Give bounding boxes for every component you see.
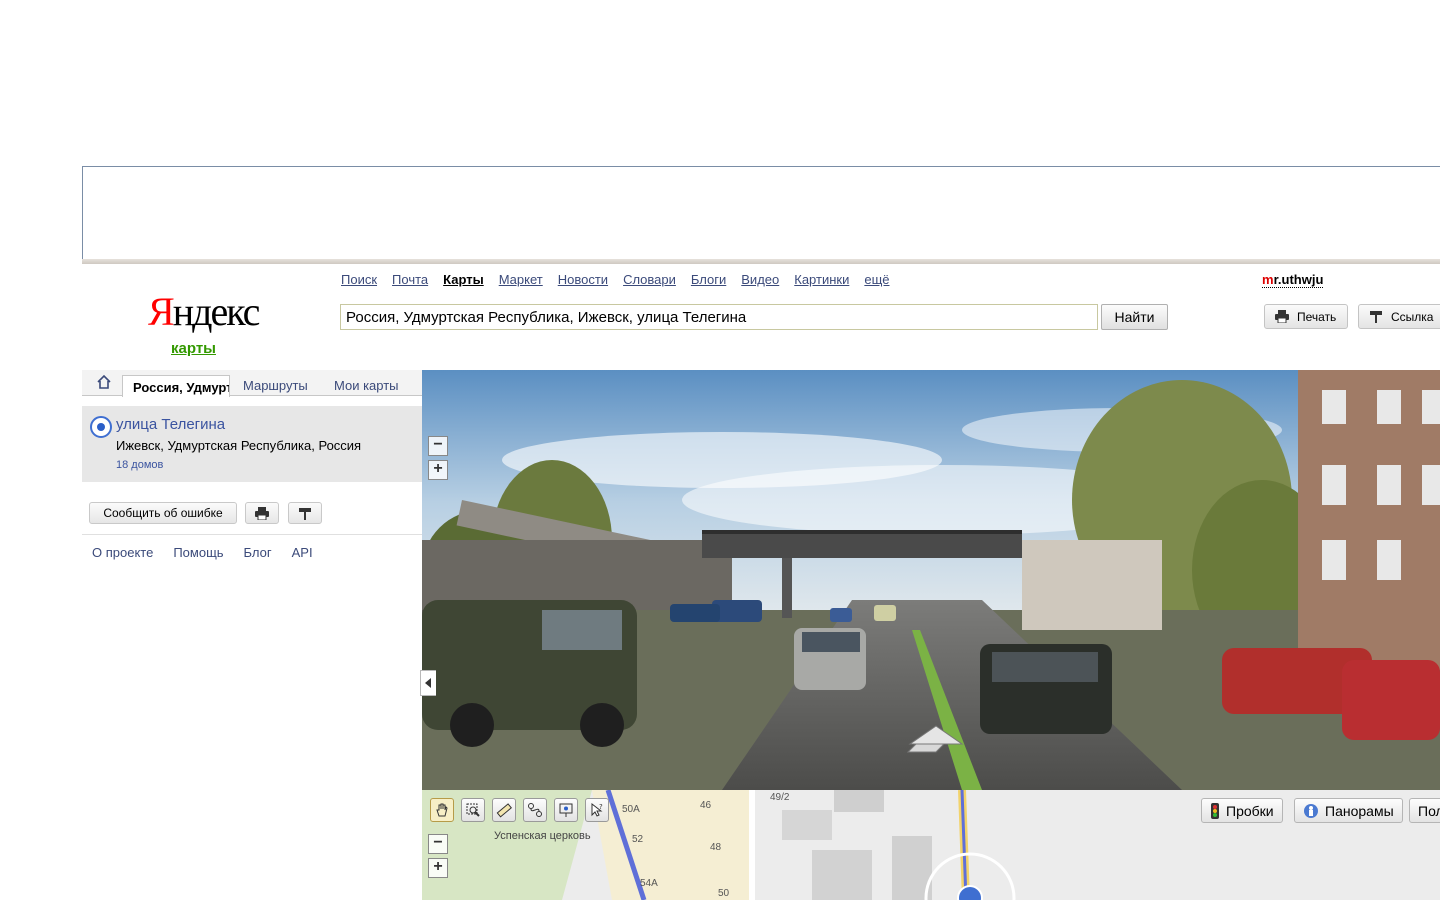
map-label-54a: 54А: [640, 878, 658, 889]
map-tool-route[interactable]: [523, 798, 547, 822]
tab-routes[interactable]: Маршруты: [243, 378, 308, 393]
service-link-video[interactable]: Видео: [741, 272, 779, 287]
tab-search-result[interactable]: Россия, Удмуртская Республика, Ижевск, у…: [122, 375, 230, 397]
browser-content: Яндекс карты Поиск Почта Карты Маркет Но…: [82, 166, 1440, 900]
result-title[interactable]: улица Телегина: [116, 416, 225, 433]
sidebar-divider: [82, 534, 422, 535]
hand-icon: [436, 803, 448, 817]
service-link-search[interactable]: Поиск: [341, 272, 377, 287]
magnifier-icon: [466, 803, 480, 817]
service-link-dictionaries[interactable]: Словари: [623, 272, 676, 287]
panorama-icon: [1304, 803, 1318, 818]
printer-icon: [255, 506, 269, 520]
collapse-sidebar-handle[interactable]: [420, 670, 436, 696]
traffic-light-icon: [1211, 802, 1219, 819]
service-link-news[interactable]: Новости: [558, 272, 608, 287]
link-small-button[interactable]: [288, 502, 322, 524]
services-nav: Поиск Почта Карты Маркет Новости Словари…: [341, 272, 890, 287]
service-link-images[interactable]: Картинки: [794, 272, 849, 287]
banner-divider: [82, 259, 1440, 264]
result-house-count[interactable]: 18 домов: [116, 459, 163, 471]
service-link-mail[interactable]: Почта: [392, 272, 428, 287]
panorama-zoom-out-button[interactable]: −: [428, 436, 448, 456]
map-tool-info[interactable]: ?: [585, 798, 609, 822]
route-icon: [528, 803, 542, 817]
printer-icon: [1275, 310, 1289, 323]
result-address: Ижевск, Удмуртская Республика, Россия: [116, 438, 362, 453]
result-radio[interactable]: [90, 416, 112, 438]
map-label-49-2: 49/2: [770, 792, 790, 803]
layer-panoramas-button[interactable]: Панорамы: [1294, 798, 1403, 823]
map-tool-hand[interactable]: [430, 798, 454, 822]
layer-traffic-button[interactable]: Пробки: [1201, 798, 1283, 823]
link-button[interactable]: Ссылка: [1358, 304, 1440, 329]
user-login[interactable]: mr.uthwju: [1262, 272, 1324, 288]
map-label-50a: 50А: [622, 804, 640, 815]
map-zoom-out-button[interactable]: −: [428, 834, 448, 854]
footer-links: О проекте Помощь Блог API: [92, 545, 313, 560]
sidebar-tabs: Россия, Удмуртская Республика, Ижевск, у…: [82, 370, 422, 397]
svg-text:?: ?: [599, 803, 603, 811]
panorama-image[interactable]: [422, 370, 1440, 790]
print-small-button[interactable]: [245, 502, 279, 524]
ruler-icon: [496, 803, 512, 818]
banner-area: [82, 166, 1440, 262]
pushpin-icon: [299, 507, 311, 520]
pushpin-icon: [1370, 311, 1382, 323]
street-panorama[interactable]: − +: [422, 370, 1440, 790]
layer-more-button[interactable]: Пол: [1409, 798, 1440, 823]
report-error-button[interactable]: Сообщить об ошибке: [89, 502, 237, 524]
map-tool-magnifier[interactable]: [461, 798, 485, 822]
map-tool-ruler[interactable]: [492, 798, 516, 822]
map-label-church[interactable]: Успенская церковь: [494, 830, 591, 842]
cursor-question-icon: ?: [591, 802, 603, 817]
map-zoom-in-button[interactable]: +: [428, 858, 448, 878]
search-button[interactable]: Найти: [1101, 304, 1168, 330]
footer-link-about[interactable]: О проекте: [92, 545, 153, 560]
search-input[interactable]: [340, 304, 1098, 330]
map-tool-add-object[interactable]: [554, 798, 578, 822]
map-label-50: 50: [718, 888, 730, 899]
add-object-icon: [559, 803, 573, 817]
search-result-item[interactable]: улица Телегина Ижевск, Удмуртская Респуб…: [82, 406, 422, 482]
footer-link-api[interactable]: API: [292, 545, 313, 560]
tab-my-maps[interactable]: Мои карты: [334, 378, 399, 393]
home-icon[interactable]: [96, 374, 112, 390]
map-label-52: 52: [632, 834, 644, 845]
service-link-blogs[interactable]: Блоги: [691, 272, 726, 287]
maps-service-link[interactable]: карты: [171, 340, 216, 357]
service-link-maps[interactable]: Карты: [443, 272, 484, 287]
service-link-more[interactable]: ещё: [864, 272, 889, 287]
panorama-zoom-in-button[interactable]: +: [428, 460, 448, 480]
map-view[interactable]: ? − + 50А 52 54А 46 48 50 49/2 Успенская…: [422, 790, 1440, 900]
yandex-logo[interactable]: Яндекс: [148, 290, 260, 334]
footer-link-blog[interactable]: Блог: [244, 545, 272, 560]
map-label-46: 46: [700, 800, 712, 811]
print-button[interactable]: Печать: [1264, 304, 1348, 329]
service-link-market[interactable]: Маркет: [499, 272, 543, 287]
footer-link-help[interactable]: Помощь: [173, 545, 223, 560]
map-label-48: 48: [710, 842, 722, 853]
